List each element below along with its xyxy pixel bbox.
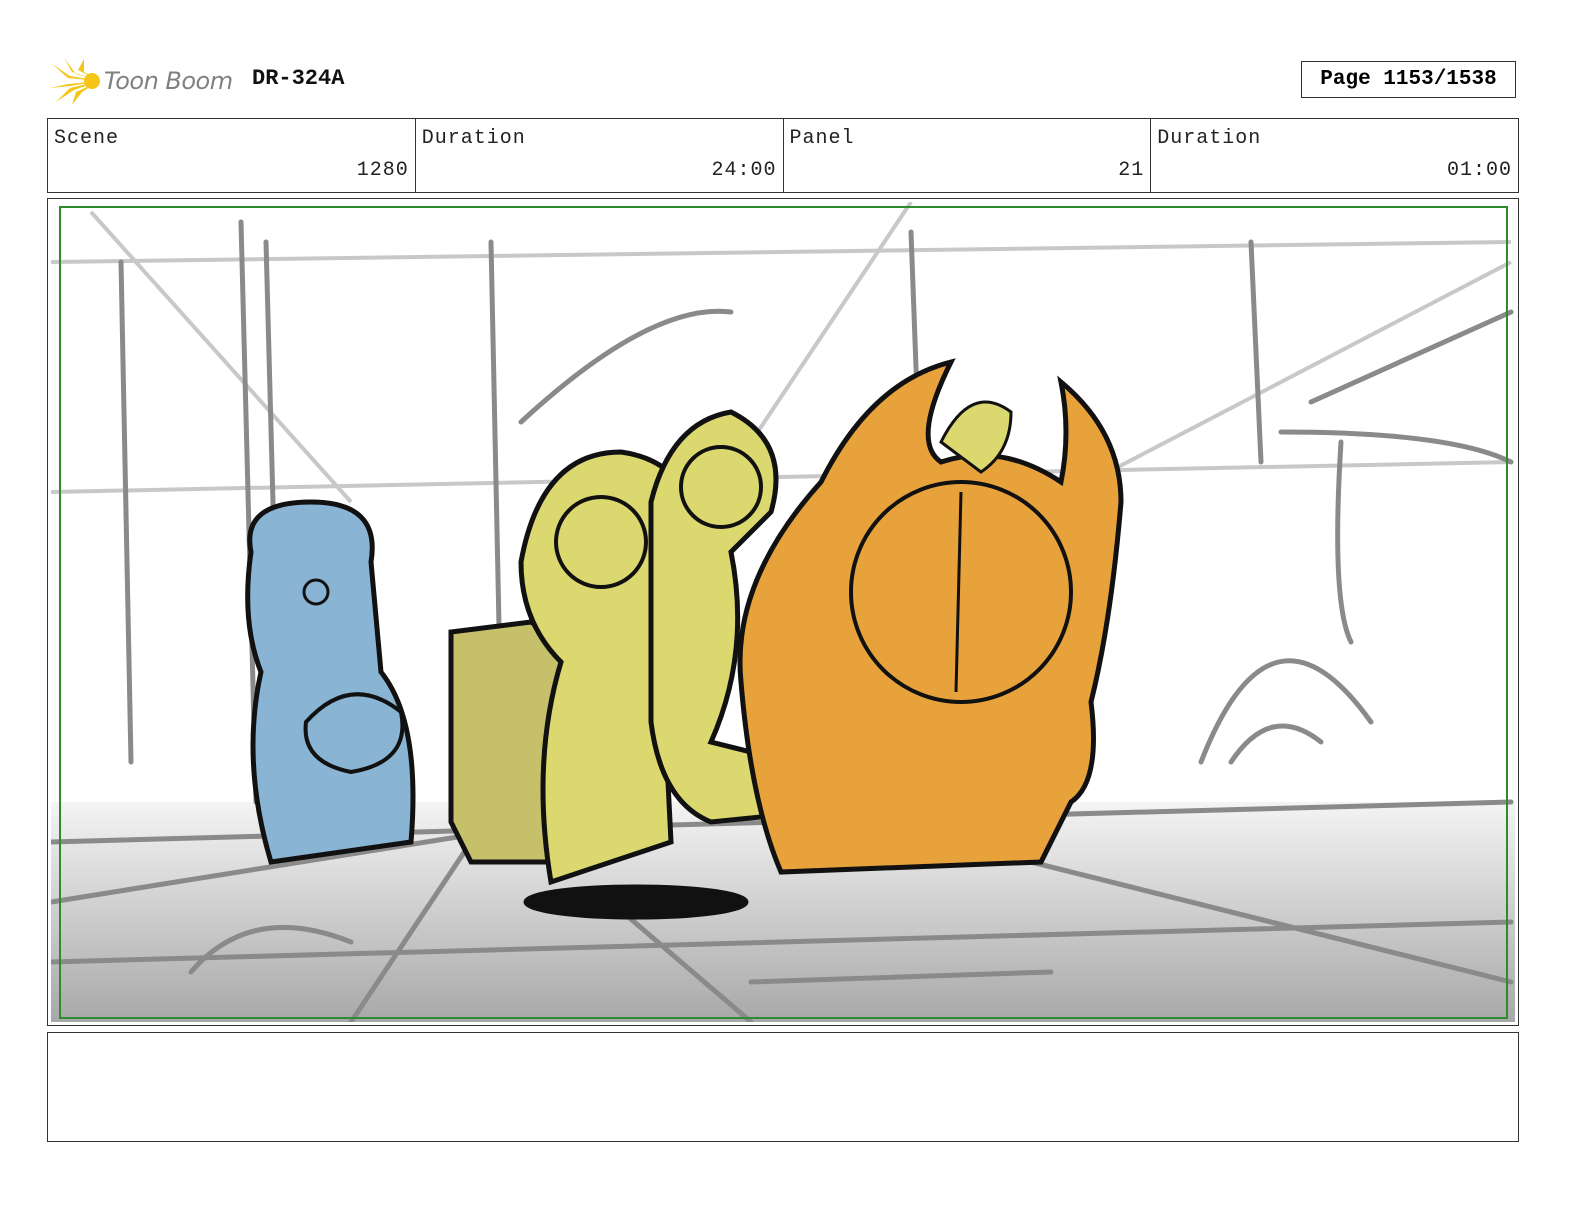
logo-text: Toon Boom <box>104 67 233 95</box>
panel-notes-box[interactable] <box>47 1032 1519 1142</box>
scene-label: Scene <box>54 127 120 150</box>
panel-duration-value: 01:00 <box>1446 159 1512 182</box>
panel-value: 21 <box>1118 159 1145 182</box>
page-number: Page 1153/1538 <box>1301 61 1516 98</box>
panel-label: Panel <box>789 127 855 150</box>
scene-duration-cell: Duration 24:00 <box>416 119 784 192</box>
safe-area-frame <box>59 206 1508 1019</box>
production-code: DR-324A <box>252 66 345 91</box>
scene-value: 1280 <box>356 159 409 182</box>
panel-duration-label: Duration <box>1157 127 1262 150</box>
panel-cell: Panel 21 <box>784 119 1152 192</box>
scene-duration-label: Duration <box>421 127 526 150</box>
toon-boom-logo: Toon Boom <box>50 56 233 106</box>
storyboard-panel <box>47 198 1519 1026</box>
scene-info-table: Scene 1280 Duration 24:00 Panel 21 Durat… <box>47 118 1519 193</box>
panel-duration-cell: Duration 01:00 <box>1151 119 1518 192</box>
scene-duration-value: 24:00 <box>711 159 777 182</box>
scene-cell: Scene 1280 <box>48 119 416 192</box>
starburst-icon <box>50 58 100 105</box>
